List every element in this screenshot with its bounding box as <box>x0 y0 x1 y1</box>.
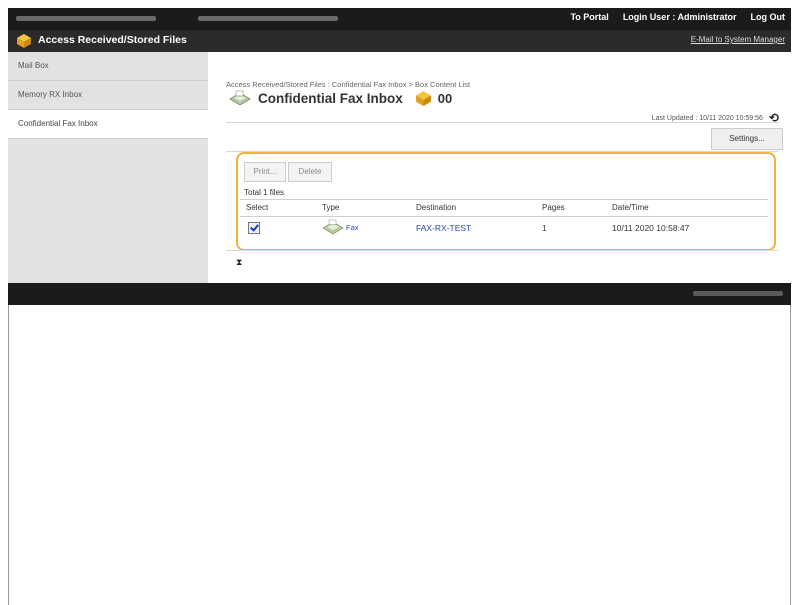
table-row: Fax FAX-RX-TEST 1 10/11 2020 10:58:47 <box>240 216 768 240</box>
col-select: Select <box>246 203 269 212</box>
col-destination: Destination <box>416 203 457 212</box>
copyright-blurred <box>693 291 783 296</box>
email-system-manager-link[interactable]: E-Mail to System Manager <box>691 35 785 44</box>
pages-value: 1 <box>542 223 547 233</box>
log-out-link[interactable]: Log Out <box>751 12 786 22</box>
divider <box>226 250 779 251</box>
device-address-blurred <box>198 16 338 21</box>
top-links: To Portal Login User : Administrator Log… <box>570 12 785 22</box>
page-title: Access Received/Stored Files <box>38 34 187 46</box>
breadcrumb: Access Received/Stored Files : Confident… <box>226 80 471 89</box>
empty-area <box>8 305 791 605</box>
inbox-heading: Confidential Fax Inbox <box>258 90 403 106</box>
col-type: Type <box>322 203 340 212</box>
device-name-blurred <box>16 16 156 21</box>
browser-frame: To Portal Login User : Administrator Log… <box>8 8 791 605</box>
destination-link[interactable]: FAX-RX-TEST <box>416 223 471 233</box>
last-updated-text: Last Updated : 10/11 2020 10:59:56 <box>651 114 763 122</box>
table-header: Select Type Destination Pages Date/Time <box>240 199 768 217</box>
col-datetime: Date/Time <box>612 203 649 212</box>
print-button[interactable]: Print... <box>244 162 286 182</box>
login-user-text: Login User : Administrator <box>622 12 737 22</box>
sidebar: Mail Box Memory RX Inbox Confidential Fa… <box>8 52 208 283</box>
footer <box>8 283 791 305</box>
datetime-value: 10/11 2020 10:58:47 <box>612 223 690 233</box>
main-content: Access Received/Stored Files : Confident… <box>208 52 791 283</box>
divider <box>226 122 779 123</box>
stored-files-icon <box>17 34 31 48</box>
file-list-panel: Print... Delete Total 1 files Select Typ… <box>236 152 776 251</box>
page-heading: Confidential Fax Inbox 00 <box>228 89 452 107</box>
delete-button[interactable]: Delete <box>288 162 332 182</box>
to-portal-link[interactable]: To Portal <box>570 12 608 22</box>
type-cell[interactable]: Fax <box>322 219 359 235</box>
select-checkbox[interactable] <box>248 222 260 234</box>
title-bar: Access Received/Stored Files E-Mail to S… <box>8 30 791 52</box>
pager-icon[interactable]: ⧗ <box>236 257 242 268</box>
top-bar: To Portal Login User : Administrator Log… <box>8 8 791 30</box>
sidebar-item-confidential-fax-inbox[interactable]: Confidential Fax Inbox <box>8 110 208 139</box>
settings-button[interactable]: Settings... <box>711 128 783 150</box>
sidebar-item-memory-rx-inbox[interactable]: Memory RX Inbox <box>8 81 208 110</box>
total-files: Total 1 files <box>244 188 285 197</box>
box-number: 00 <box>437 90 453 106</box>
fax-inbox-icon <box>229 90 251 106</box>
col-pages: Pages <box>542 203 565 212</box>
type-label: Fax <box>346 222 359 232</box>
sidebar-item-mail-box[interactable]: Mail Box <box>8 52 208 81</box>
box-icon <box>415 90 431 106</box>
fax-icon <box>322 219 344 235</box>
